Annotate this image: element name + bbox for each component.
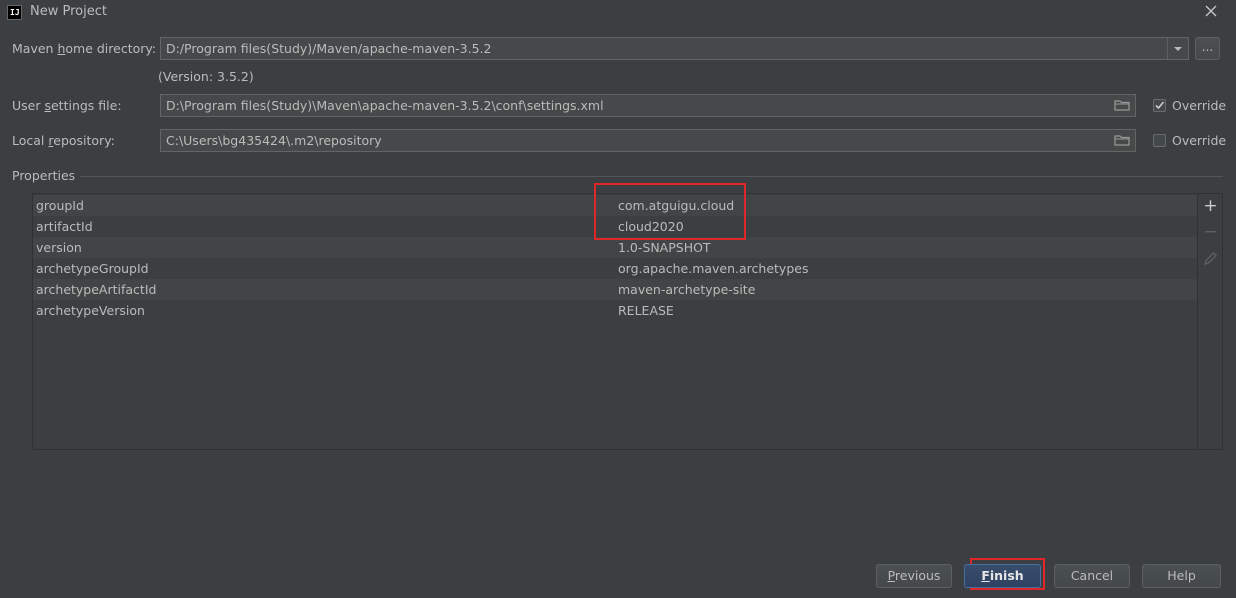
properties-section-label: Properties [12, 168, 76, 183]
folder-icon[interactable] [1114, 99, 1130, 111]
checkmark-icon [1155, 101, 1165, 110]
table-row[interactable]: archetypeGroupId org.apache.maven.archet… [33, 258, 1197, 279]
finish-button[interactable]: Finish [964, 564, 1041, 588]
properties-toolbar: + − [1197, 194, 1222, 449]
maven-home-dropdown-button[interactable] [1167, 37, 1189, 60]
property-value[interactable]: 1.0-SNAPSHOT [618, 237, 711, 258]
intellij-app-icon: IJ [7, 5, 22, 20]
properties-separator [80, 176, 1223, 177]
user-settings-override-label[interactable]: Override [1172, 98, 1226, 113]
property-name: artifactId [36, 219, 93, 234]
property-name: archetypeGroupId [36, 261, 149, 276]
maven-home-label: Maven home directory: [12, 41, 157, 56]
maven-version-note: (Version: 3.5.2) [158, 69, 254, 84]
property-name: archetypeVersion [36, 303, 145, 318]
cancel-button[interactable]: Cancel [1054, 564, 1130, 588]
highlight-box-group-artifact [594, 183, 746, 240]
help-button[interactable]: Help [1142, 564, 1221, 588]
remove-icon[interactable]: − [1202, 224, 1219, 241]
property-value[interactable]: RELEASE [618, 300, 674, 321]
browse-maven-home-button[interactable]: ... [1195, 37, 1220, 60]
property-name: groupId [36, 198, 84, 213]
user-settings-label: User settings file: [12, 98, 122, 113]
user-settings-field[interactable]: D:\Program files(Study)\Maven\apache-mav… [160, 94, 1136, 117]
table-row[interactable]: archetypeArtifactId maven-archetype-site [33, 279, 1197, 300]
local-repository-override-checkbox[interactable] [1153, 134, 1166, 147]
edit-icon[interactable] [1202, 250, 1219, 267]
title-bar: IJ New Project [0, 0, 1236, 25]
add-icon[interactable]: + [1202, 198, 1219, 215]
local-repository-field[interactable]: C:\Users\bg435424\.m2\repository [160, 129, 1136, 152]
user-settings-override-checkbox[interactable] [1153, 99, 1166, 112]
close-icon[interactable] [1203, 3, 1219, 19]
chevron-down-icon [1174, 47, 1182, 51]
property-value[interactable]: maven-archetype-site [618, 279, 755, 300]
local-repository-label: Local repository: [12, 133, 115, 148]
previous-button[interactable]: Previous [876, 564, 952, 588]
property-value[interactable]: org.apache.maven.archetypes [618, 258, 808, 279]
local-repository-override-label[interactable]: Override [1172, 133, 1226, 148]
window-title: New Project [30, 4, 107, 19]
maven-home-combo[interactable]: D:/Program files(Study)/Maven/apache-mav… [160, 37, 1168, 60]
table-row[interactable]: archetypeVersion RELEASE [33, 300, 1197, 321]
folder-icon[interactable] [1114, 134, 1130, 146]
property-name: archetypeArtifactId [36, 282, 157, 297]
table-row[interactable]: version 1.0-SNAPSHOT [33, 237, 1197, 258]
property-name: version [36, 240, 82, 255]
